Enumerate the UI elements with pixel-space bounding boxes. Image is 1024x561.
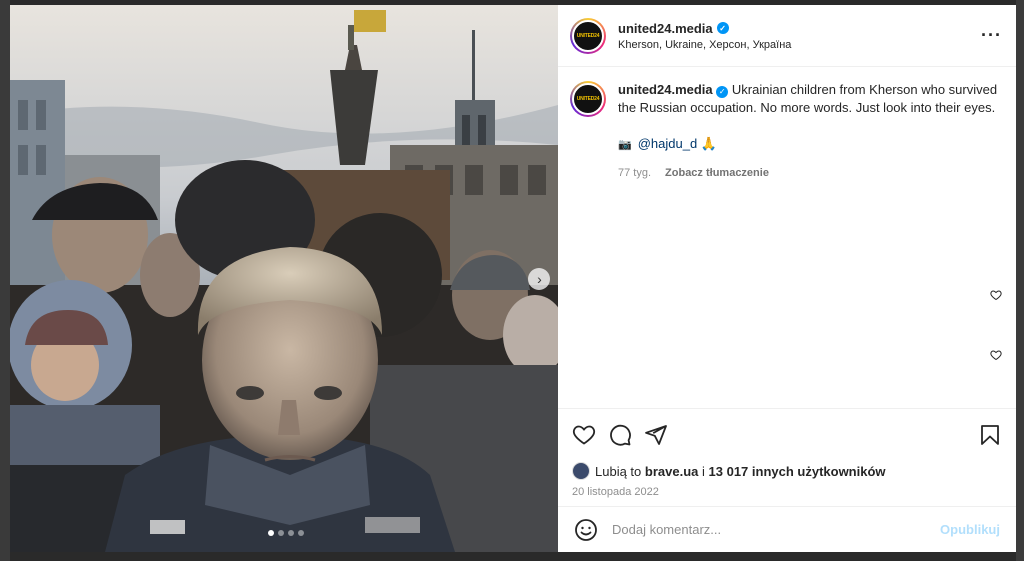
- post-header: UNITED24 united24.media ✓ Kherson, Ukrai…: [558, 5, 1016, 67]
- liker-username[interactable]: brave.ua: [645, 464, 698, 479]
- caption-author-avatar[interactable]: UNITED24: [570, 81, 606, 117]
- background-strip-left: [0, 0, 10, 561]
- background-strip-right: [1016, 0, 1024, 561]
- add-comment-bar: Opublikuj: [558, 506, 1016, 552]
- author-avatar[interactable]: UNITED24: [570, 17, 606, 54]
- post-photo[interactable]: ›: [10, 5, 558, 552]
- chevron-right-icon: ›: [537, 271, 542, 287]
- likes-summary: Lubią to brave.ua i 13 017 innych użytko…: [558, 460, 1016, 482]
- comment-input[interactable]: [612, 522, 941, 537]
- more-options-icon[interactable]: ···: [981, 25, 1002, 46]
- post-actions-bar: [558, 408, 1016, 460]
- comment-like-heart-icon[interactable]: [990, 349, 1002, 361]
- avatar-logo-text: UNITED24: [576, 96, 600, 102]
- post-date[interactable]: 20 listopada 2022: [558, 482, 1016, 506]
- pray-emoji-icon: 🙏: [700, 136, 717, 151]
- camera-icon: 📷: [618, 139, 632, 151]
- likes-joiner: i: [702, 463, 705, 479]
- carousel-dot: [278, 530, 284, 536]
- caption: UNITED24 united24.media ✓ Ukrainian chil…: [570, 81, 1004, 182]
- see-translation-button[interactable]: Zobacz tłumaczenie: [665, 164, 769, 182]
- emoji-picker-icon[interactable]: [574, 518, 598, 542]
- carousel-dot: [298, 530, 304, 536]
- carousel-dot-active: [268, 530, 274, 536]
- post-location[interactable]: Kherson, Ukraine, Херсон, Україна: [618, 39, 981, 51]
- photo-illustration: [10, 5, 558, 552]
- post-comment-button[interactable]: Opublikuj: [940, 522, 1000, 537]
- like-heart-icon[interactable]: [572, 423, 596, 447]
- verified-badge-icon: ✓: [716, 22, 729, 34]
- save-bookmark-icon[interactable]: [978, 423, 1002, 447]
- carousel-dot: [288, 530, 294, 536]
- others-likes-link[interactable]: 13 017 innych użytkowników: [709, 464, 886, 479]
- share-send-icon[interactable]: [644, 423, 668, 447]
- next-slide-button[interactable]: ›: [528, 268, 550, 290]
- comment-like-heart-icon[interactable]: [990, 289, 1002, 301]
- comments-section: UNITED24 united24.media ✓ Ukrainian chil…: [558, 67, 1016, 408]
- comment-bubble-icon[interactable]: [608, 423, 632, 447]
- photographer-mention-link[interactable]: @hajdu_d: [638, 136, 697, 151]
- likes-prefix: Lubią to: [595, 463, 642, 479]
- author-username[interactable]: united24.media: [618, 21, 713, 36]
- verified-badge-icon: ✓: [716, 86, 729, 98]
- avatar-logo-text: UNITED24: [576, 32, 600, 39]
- post-modal: › UNITED24 united24.media ✓ Kherson, Ukr…: [10, 5, 1016, 552]
- post-details-pane: UNITED24 united24.media ✓ Kherson, Ukrai…: [558, 5, 1016, 552]
- carousel-dots: [268, 530, 304, 536]
- caption-author-username[interactable]: united24.media: [618, 82, 713, 97]
- liker-avatar[interactable]: [572, 462, 590, 480]
- caption-age[interactable]: 77 tyg.: [618, 164, 651, 182]
